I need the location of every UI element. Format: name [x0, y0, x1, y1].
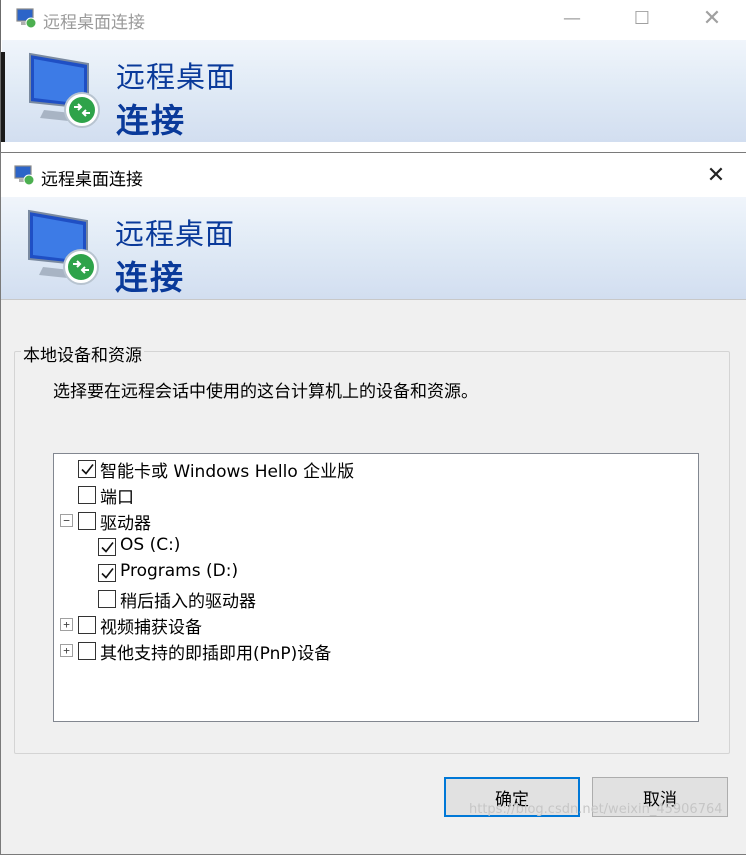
- background-window: 远程桌面连接 — ☐ ✕ 远程桌面 连接: [0, 0, 746, 160]
- banner-divider: [1, 299, 746, 300]
- tree-item-checkbox[interactable]: [78, 486, 96, 504]
- remote-desktop-icon: [16, 8, 37, 29]
- tree-item-label: 视频捕获设备: [100, 618, 202, 638]
- group-description: 选择要在远程会话中使用的这台计算机上的设备和资源。: [53, 382, 478, 402]
- remote-desktop-icon: [29, 52, 100, 128]
- device-tree[interactable]: 智能卡或 Windows Hello 企业版 端口 − 驱动器 OS (C:) Progr…: [53, 453, 699, 722]
- maximize-icon[interactable]: ☐: [619, 0, 665, 36]
- expand-icon[interactable]: +: [60, 618, 73, 631]
- background-window-title: 远程桌面连接: [43, 13, 145, 33]
- tree-item[interactable]: Programs (D:): [54, 560, 694, 586]
- tree-item-checkbox[interactable]: [98, 538, 116, 556]
- tree-item[interactable]: 端口: [54, 482, 694, 508]
- dialog-title: 远程桌面连接: [41, 170, 143, 190]
- tree-item-checkbox[interactable]: [78, 616, 96, 634]
- tree-item[interactable]: 稍后插入的驱动器: [54, 586, 694, 612]
- background-banner: 远程桌面 连接: [2, 40, 746, 142]
- minimize-icon[interactable]: —: [549, 0, 595, 36]
- tree-item[interactable]: OS (C:): [54, 534, 694, 560]
- expand-icon[interactable]: +: [60, 644, 73, 657]
- group-title: 本地设备和资源: [21, 341, 144, 366]
- dialog-window: 远程桌面连接 ✕ 远程桌面 连接 本地设备和资源 选择要在远程会话中使用的这台计…: [0, 152, 746, 855]
- tree-item-label: 稍后插入的驱动器: [120, 592, 256, 612]
- watermark: https://blog.csdn.net/weixin_45906764: [469, 802, 723, 817]
- tree-item-label: OS (C:): [120, 535, 181, 555]
- tree-item-checkbox[interactable]: [78, 512, 96, 530]
- banner-subtitle: 连接: [115, 258, 185, 297]
- window-edge: [1, 52, 5, 142]
- dialog-banner: 远程桌面 连接: [1, 197, 746, 299]
- tree-item-checkbox[interactable]: [98, 590, 116, 608]
- tree-item-label: Programs (D:): [120, 561, 239, 581]
- tree-item-checkbox[interactable]: [98, 564, 116, 582]
- checkmark-icon: [80, 463, 94, 475]
- close-icon[interactable]: ✕: [689, 0, 735, 36]
- background-titlebar: 远程桌面连接 — ☐ ✕: [1, 0, 746, 38]
- dialog-titlebar: 远程桌面连接 ✕: [1, 153, 746, 197]
- tree-item-label: 其他支持的即插即用(PnP)设备: [100, 644, 332, 664]
- banner-subtitle: 连接: [116, 101, 186, 140]
- tree-item-label: 驱动器: [100, 514, 151, 534]
- collapse-icon[interactable]: −: [60, 514, 73, 527]
- banner-title: 远程桌面: [115, 217, 236, 251]
- tree-item[interactable]: + 其他支持的即插即用(PnP)设备: [54, 638, 694, 664]
- tree-item[interactable]: − 驱动器: [54, 508, 694, 534]
- tree-item[interactable]: 智能卡或 Windows Hello 企业版: [54, 456, 694, 482]
- close-icon[interactable]: ✕: [693, 157, 739, 193]
- tree-item-label: 端口: [100, 488, 134, 508]
- remote-desktop-icon: [28, 209, 99, 285]
- tree-item-checkbox[interactable]: [78, 460, 96, 478]
- checkmark-icon: [100, 541, 114, 553]
- tree-item-checkbox[interactable]: [78, 642, 96, 660]
- checkmark-icon: [100, 567, 114, 579]
- banner-title: 远程桌面: [116, 60, 237, 94]
- remote-desktop-icon: [14, 165, 35, 186]
- tree-item[interactable]: + 视频捕获设备: [54, 612, 694, 638]
- tree-item-label: 智能卡或 Windows Hello 企业版: [100, 462, 355, 482]
